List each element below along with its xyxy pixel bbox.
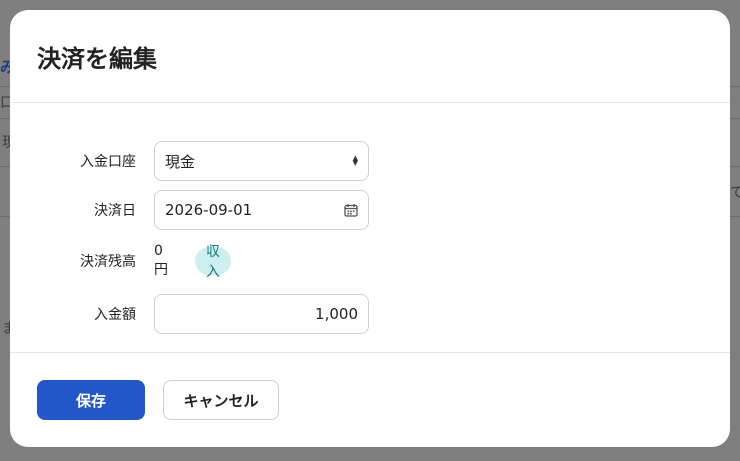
date-input[interactable]: 2026-09-01 (154, 190, 369, 230)
amount-input[interactable]: 1,000 (154, 294, 369, 334)
balance-label: 決済残高 (80, 254, 136, 270)
calendar-icon[interactable] (344, 203, 358, 217)
account-select[interactable]: 現金 ▲ ▼ (154, 141, 369, 181)
account-label: 入金口座 (80, 154, 136, 170)
date-label: 決済日 (94, 203, 136, 219)
balance-row: 決済残高 0円 収入 (10, 243, 231, 280)
dialog-header: 決済を編集 (10, 10, 730, 103)
amount-label: 入金額 (94, 307, 136, 323)
date-row: 決済日 2026-09-01 (10, 190, 369, 230)
account-row: 入金口座 現金 ▲ ▼ (10, 141, 369, 181)
income-badge: 収入 (195, 244, 231, 280)
bg-cell-text: て (730, 185, 740, 201)
edit-payment-dialog: 決済を編集 入金口座 現金 ▲ ▼ 決済日 2026-09-01 決済残高 0円… (10, 10, 730, 447)
balance-value: 0円 (154, 243, 168, 278)
amount-input-value: 1,000 (315, 305, 358, 323)
select-arrows-icon: ▲ ▼ (352, 154, 358, 167)
amount-row: 入金額 1,000 (10, 294, 369, 334)
cancel-button[interactable]: キャンセル (163, 380, 279, 420)
dialog-footer: 保存 キャンセル (10, 352, 730, 447)
account-select-value: 現金 (165, 152, 196, 171)
save-button[interactable]: 保存 (37, 380, 145, 420)
date-input-value: 2026-09-01 (165, 201, 253, 219)
dialog-title: 決済を編集 (37, 44, 157, 73)
